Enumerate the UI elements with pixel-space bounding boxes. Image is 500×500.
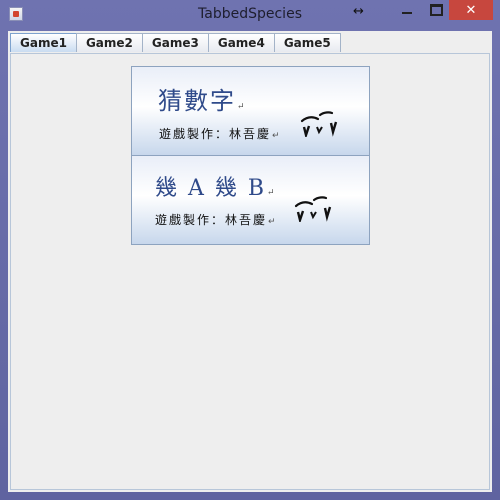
return-mark: ↵ — [237, 102, 245, 112]
tab-game1[interactable]: Game1 — [10, 33, 77, 52]
return-mark: ↵ — [268, 217, 276, 227]
signature-graphic — [300, 111, 338, 137]
card-title: 幾 A 幾 B — [155, 176, 267, 201]
tab-game3[interactable]: Game3 — [141, 33, 209, 52]
card-title: 猜數字 — [158, 87, 236, 115]
tab-strip: Game1 Game2 Game3 Game4 Game5 — [10, 33, 341, 53]
return-mark: ↵ — [272, 131, 280, 141]
minimize-button[interactable] — [394, 0, 420, 20]
java-app-icon[interactable] — [9, 7, 23, 21]
game-button-guess-number[interactable]: 猜數字↵ 遊戲製作：林吾慶↵ — [131, 66, 370, 156]
resize-arrows-icon: ↔ — [353, 4, 364, 19]
close-button[interactable]: ✕ — [449, 0, 493, 20]
title-bar[interactable]: TabbedSpecies ↔ ✕ — [0, 0, 500, 30]
tab-game4[interactable]: Game4 — [207, 33, 275, 52]
app-window: TabbedSpecies ↔ ✕ Game1 Game2 Game3 Game… — [0, 0, 500, 500]
card-credit: 遊戲製作：林吾慶 — [155, 213, 268, 227]
signature-graphic — [294, 196, 332, 222]
tab-game2[interactable]: Game2 — [75, 33, 143, 52]
minimize-icon — [402, 12, 412, 14]
tab-game5[interactable]: Game5 — [273, 33, 341, 52]
window-title: TabbedSpecies — [198, 6, 302, 22]
maximize-icon — [429, 4, 443, 16]
return-mark: ↵ — [267, 188, 275, 198]
card-credit: 遊戲製作：林吾慶 — [159, 127, 272, 141]
tab-content-panel: 猜數字↵ 遊戲製作：林吾慶↵ 幾 A 幾 B↵ 遊戲製作：林吾慶↵ — [10, 53, 490, 490]
maximize-button[interactable] — [423, 0, 449, 20]
game-button-xa-xb[interactable]: 幾 A 幾 B↵ 遊戲製作：林吾慶↵ — [131, 155, 370, 245]
client-area: Game1 Game2 Game3 Game4 Game5 猜數字↵ 遊戲製作：… — [8, 31, 492, 492]
